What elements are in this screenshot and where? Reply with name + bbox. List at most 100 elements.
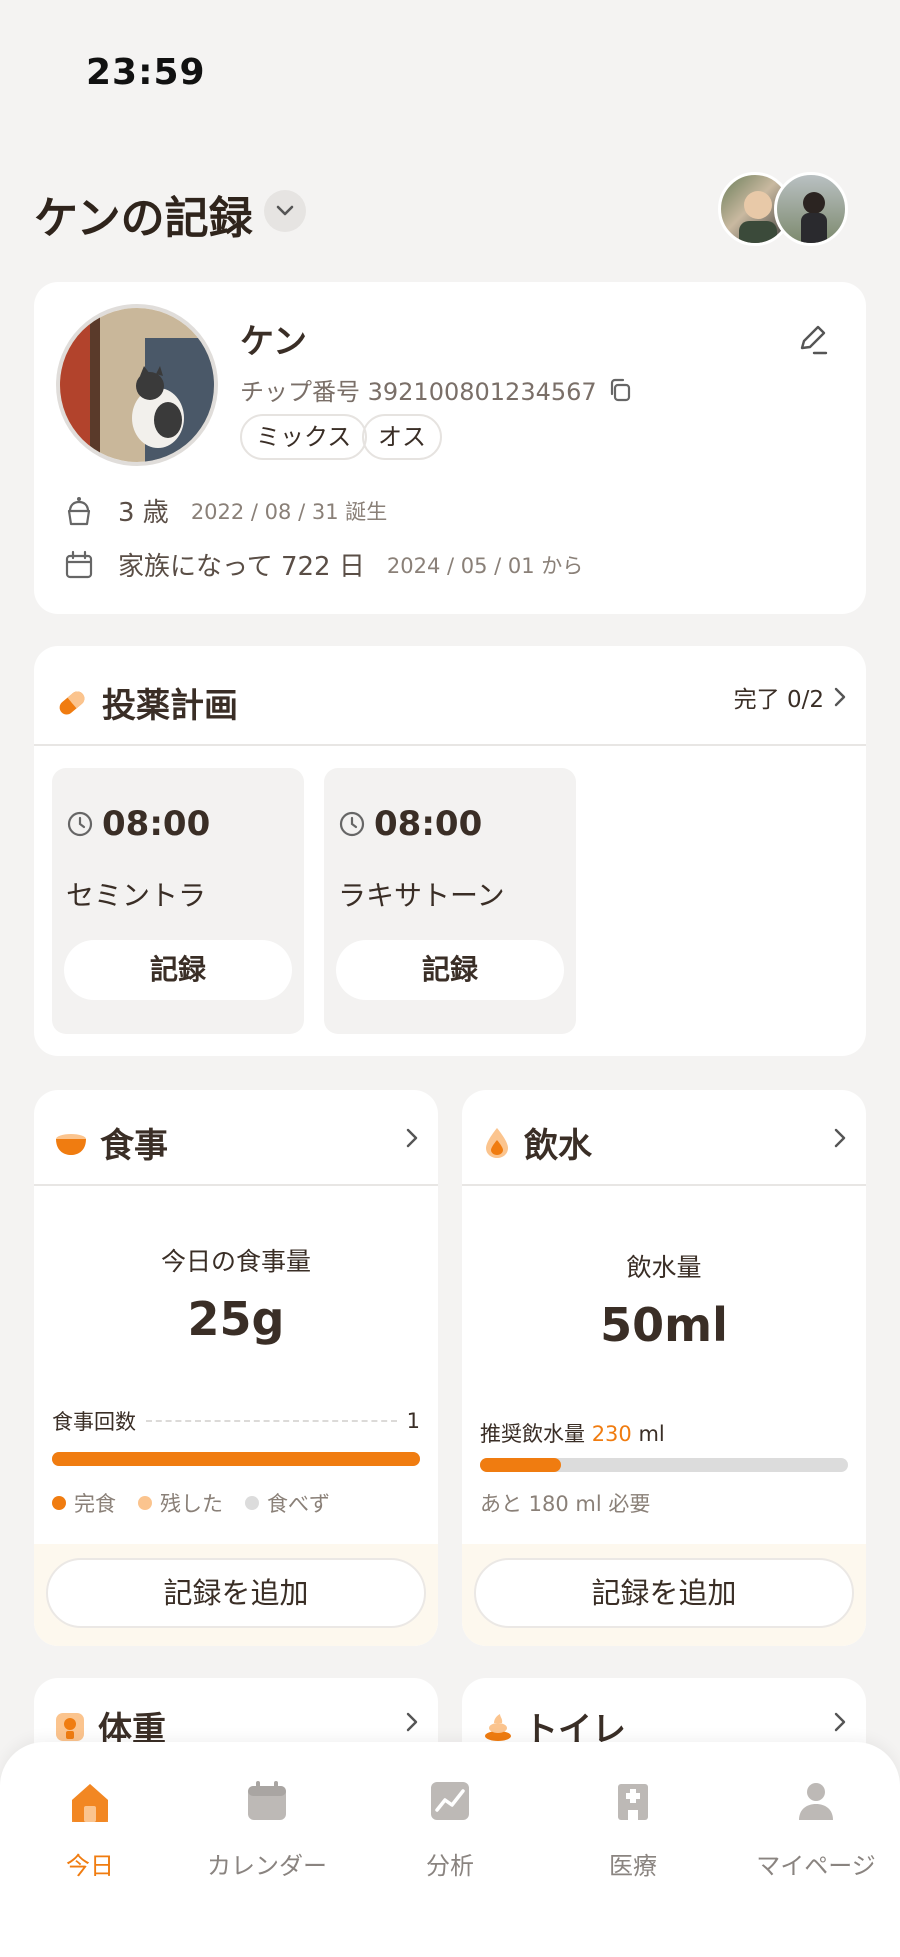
meal-progress-track: [52, 1452, 420, 1466]
pet-photo[interactable]: [56, 304, 218, 466]
meal-card: 食事 今日の食事量 25g 食事回数 1 完食 残した 食べず 記録を追加: [34, 1090, 438, 1646]
water-header[interactable]: 飲水: [482, 1118, 592, 1167]
pet-profile-card: ケン チップ番号 392100801234567 ミックス オス 3 歳 202…: [34, 282, 866, 614]
chevron-right-icon[interactable]: [406, 1128, 418, 1148]
pencil-icon: [800, 325, 828, 355]
medication-time-row: 08:00: [66, 804, 210, 844]
medication-name: ラキサトーン: [338, 879, 505, 912]
poop-icon: [485, 1713, 511, 1741]
chevron-down-icon: [276, 205, 294, 216]
age-text: 3 歳: [118, 498, 169, 528]
water-recommend-label: 推奨飲水量: [480, 1422, 585, 1446]
water-add-area: 記録を追加: [462, 1544, 866, 1646]
family-avatars[interactable]: [718, 172, 852, 246]
medication-time-row: 08:00: [338, 804, 482, 844]
water-recommend-unit: ml: [638, 1422, 665, 1446]
clock-icon: [67, 811, 93, 837]
clock-icon: [339, 811, 365, 837]
water-recommend-value: 230: [591, 1422, 632, 1446]
medication-card: 投薬計画 完了 0/2 08:00 セミントラ 記録 08:00 ラキサトーン …: [34, 646, 866, 1056]
divider: [34, 1184, 438, 1186]
family-row: 家族になって 722 日 2024 / 05 / 01 から: [62, 546, 583, 583]
bottom-tab-bar: 今日 カレンダー 分析 医療 マイページ: [0, 1742, 900, 1957]
meal-progress-fill: [52, 1452, 420, 1466]
meal-title: 食事: [100, 1126, 168, 1166]
tab-label: 分析: [426, 1852, 474, 1880]
water-progress-track: [480, 1458, 848, 1472]
water-progress-fill: [480, 1458, 561, 1472]
water-recommend: 推奨飲水量 230 ml: [480, 1418, 665, 1448]
status-time: 23:59: [86, 52, 206, 93]
pill-icon: [59, 691, 85, 714]
home-icon: [72, 1784, 108, 1822]
add-water-record-button[interactable]: 記録を追加: [474, 1558, 854, 1628]
legend-left: 残した: [160, 1492, 223, 1516]
meal-legend: 完食 残した 食べず: [52, 1488, 330, 1518]
water-title: 飲水: [524, 1126, 592, 1166]
chip-number-text: チップ番号 392100801234567: [240, 378, 597, 406]
medication-item: 08:00 ラキサトーン 記録: [324, 768, 576, 1034]
chip-number: チップ番号 392100801234567: [240, 372, 633, 407]
breed-tag: ミックス: [240, 414, 368, 460]
birthday-text: 2022 / 08 / 31 誕生: [190, 499, 388, 524]
water-amount-label: 飲水量: [626, 1253, 702, 1282]
medication-time: 08:00: [374, 804, 483, 844]
tab-label: マイページ: [756, 1852, 876, 1880]
hospital-icon: [618, 1784, 648, 1820]
calendar-icon: [248, 1781, 286, 1820]
medication-item: 08:00 セミントラ 記録: [52, 768, 304, 1034]
meal-amount-value: 25g: [187, 1292, 285, 1346]
tab-today[interactable]: 今日: [0, 1742, 180, 1892]
chevron-right-icon: [834, 1712, 846, 1732]
legend-dot-left: [138, 1496, 152, 1510]
food-bowl-icon: [56, 1133, 86, 1155]
medication-header: 投薬計画: [54, 678, 238, 727]
meal-amount-label: 今日の食事量: [160, 1247, 311, 1276]
water-drop-icon: [486, 1127, 508, 1158]
edit-button[interactable]: [796, 322, 830, 360]
avatar-photo: [801, 192, 827, 243]
meal-header[interactable]: 食事: [54, 1118, 168, 1167]
family-avatar[interactable]: [774, 172, 848, 246]
meal-add-area: 記録を追加: [34, 1544, 438, 1646]
divider: [462, 1184, 866, 1186]
divider: [34, 744, 866, 746]
meal-count-row: 食事回数 1: [52, 1406, 420, 1436]
chevron-right-icon: [406, 1712, 418, 1732]
medication-title: 投薬計画: [102, 686, 238, 726]
copy-button[interactable]: [607, 377, 633, 403]
tab-label: 今日: [66, 1852, 114, 1880]
medication-time: 08:00: [102, 804, 211, 844]
legend-none: 食べず: [267, 1492, 330, 1516]
legend-dot-full: [52, 1496, 66, 1510]
add-meal-record-button[interactable]: 記録を追加: [46, 1558, 426, 1628]
chevron-right-icon: [834, 687, 846, 707]
legend-dot-none: [245, 1496, 259, 1510]
chevron-right-icon[interactable]: [834, 1128, 846, 1148]
tab-analysis[interactable]: 分析: [360, 1742, 540, 1892]
medication-status: 完了 0/2: [733, 687, 824, 713]
tab-label: カレンダー: [207, 1852, 327, 1880]
tab-calendar[interactable]: カレンダー: [177, 1742, 357, 1892]
copy-icon: [610, 378, 630, 401]
record-medication-button[interactable]: 記録: [336, 940, 564, 1000]
pet-switch-dropdown[interactable]: [264, 190, 306, 232]
medication-status-link[interactable]: 完了 0/2: [734, 680, 846, 714]
record-medication-button[interactable]: 記録: [64, 940, 292, 1000]
tab-mypage[interactable]: マイページ: [726, 1742, 900, 1892]
cat-photo: [60, 308, 214, 462]
tab-label: 医療: [609, 1852, 657, 1880]
family-since-text: 2024 / 05 / 01 から: [386, 553, 584, 578]
meal-count-label: 食事回数: [52, 1410, 136, 1434]
tab-medical[interactable]: 医療: [543, 1742, 723, 1892]
meal-count-value: 1: [406, 1409, 420, 1433]
age-row: 3 歳 2022 / 08 / 31 誕生: [62, 492, 387, 529]
calendar-small-icon: [65, 550, 93, 578]
water-amount-value: 50ml: [600, 1298, 728, 1352]
legend-full: 完食: [74, 1492, 116, 1516]
sex-tag: オス: [362, 414, 442, 460]
person-icon: [799, 1783, 833, 1820]
chart-icon: [431, 1782, 469, 1820]
scale-icon: [56, 1712, 84, 1741]
cake-icon: [67, 496, 91, 525]
